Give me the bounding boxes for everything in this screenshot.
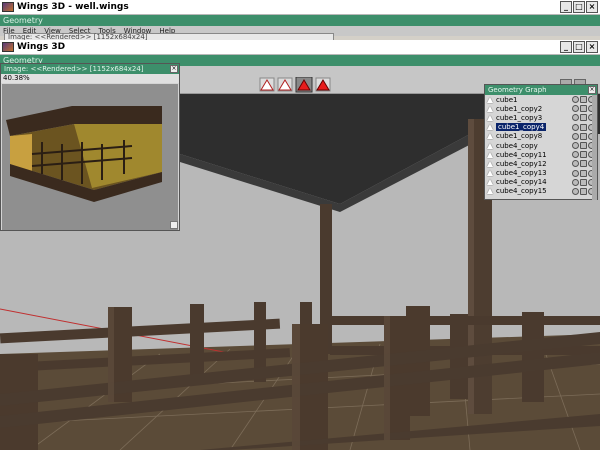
object-row[interactable]: cube4_copy14 [485, 178, 597, 187]
object-icon [487, 133, 493, 140]
object-name: cube1 [496, 95, 518, 104]
selection-mode-toolbar [259, 77, 331, 93]
lock-icon[interactable] [580, 142, 587, 150]
object-name: cube4_copy15 [496, 187, 547, 196]
inner-window-titlebar[interactable]: Wings 3D _ □ × [0, 40, 600, 55]
maximize-button[interactable]: □ [573, 1, 585, 13]
image-window-titlebar[interactable]: Image: <<Rendered>> [1152x684x24] × [1, 64, 179, 74]
zoom-level: 40.38% [1, 74, 179, 83]
object-icon [487, 160, 493, 167]
lock-icon[interactable] [580, 114, 587, 122]
resize-grip-icon[interactable] [170, 221, 178, 229]
lock-icon[interactable] [580, 160, 587, 168]
object-icon [487, 105, 493, 112]
object-row[interactable]: cube1 [485, 95, 597, 104]
image-window-close-button[interactable]: × [170, 65, 178, 73]
object-name: cube1_copy2 [496, 104, 543, 113]
object-row[interactable]: cube4_copy [485, 141, 597, 150]
edge-mode-button[interactable] [277, 77, 293, 92]
body-mode-button[interactable] [315, 77, 331, 92]
lock-icon[interactable] [580, 96, 587, 104]
eye-icon[interactable] [572, 96, 579, 104]
geometry-graph-panel[interactable]: Geometry Graph × cube1 cube1_copy2 cube1_c… [484, 84, 598, 200]
object-icon [487, 170, 493, 177]
outer-geometry-label: Geometry [3, 16, 43, 25]
lock-icon[interactable] [580, 169, 587, 177]
image-window[interactable]: Image: <<Rendered>> [1152x684x24] × 40.3… [0, 63, 180, 231]
object-icon [487, 124, 493, 131]
object-name: cube4_copy12 [496, 159, 547, 168]
image-window-title: Image: <<Rendered>> [1152x684x24] [4, 65, 144, 73]
eye-icon[interactable] [572, 151, 579, 159]
object-icon [487, 114, 493, 121]
object-row[interactable]: cube4_copy11 [485, 150, 597, 159]
object-row[interactable]: cube1_copy8 [485, 132, 597, 141]
outer-window-title: Wings 3D - well.wings [17, 2, 129, 12]
object-icon [487, 179, 493, 186]
eye-icon[interactable] [572, 187, 579, 195]
object-icon [487, 96, 493, 103]
eye-icon[interactable] [572, 123, 579, 131]
lock-icon[interactable] [580, 151, 587, 159]
geometry-graph-title: Geometry Graph [488, 86, 547, 94]
eye-icon[interactable] [572, 142, 579, 150]
eye-icon[interactable] [572, 178, 579, 186]
scrollbar[interactable] [592, 95, 597, 200]
object-name: cube1_copy4 [496, 123, 547, 132]
minimize-button[interactable]: _ [560, 1, 572, 13]
lock-icon[interactable] [580, 123, 587, 131]
object-row[interactable]: cube1_copy2 [485, 104, 597, 113]
object-row[interactable]: cube4_copy12 [485, 159, 597, 168]
lock-icon[interactable] [580, 187, 587, 195]
wings-logo-icon [2, 42, 14, 52]
eye-icon[interactable] [572, 169, 579, 177]
outer-window-titlebar[interactable]: Wings 3D - well.wings _ □ × [0, 0, 600, 15]
rendered-image [2, 84, 178, 230]
geometry-graph-titlebar[interactable]: Geometry Graph × [485, 85, 597, 95]
object-icon [487, 151, 493, 158]
object-list: cube1 cube1_copy2 cube1_copy3 cube1_copy4 cu… [485, 95, 597, 196]
vertex-mode-button[interactable] [259, 77, 275, 92]
geometry-graph-close-button[interactable]: × [588, 86, 596, 94]
eye-icon[interactable] [572, 160, 579, 168]
face-mode-button[interactable] [295, 77, 313, 93]
outer-geometry-bar: Geometry [0, 15, 600, 26]
lock-icon[interactable] [580, 132, 587, 140]
wings3d-screen: Wings 3D - well.wings _ □ × Geometry Fil… [0, 0, 600, 450]
object-name: cube1_copy3 [496, 113, 543, 122]
object-row[interactable]: cube4_copy15 [485, 187, 597, 196]
object-name: cube4_copy13 [496, 169, 547, 178]
object-row[interactable]: cube1_copy4 [485, 123, 597, 132]
inner-maximize-button[interactable]: □ [573, 41, 585, 53]
eye-icon[interactable] [572, 114, 579, 122]
object-name: cube4_copy14 [496, 178, 547, 187]
wings-logo-icon [2, 2, 14, 12]
lock-icon[interactable] [580, 178, 587, 186]
close-button[interactable]: × [586, 1, 598, 13]
lock-icon[interactable] [580, 105, 587, 113]
inner-close-button[interactable]: × [586, 41, 598, 53]
eye-icon[interactable] [572, 105, 579, 113]
inner-window-title: Wings 3D [17, 42, 66, 52]
eye-icon[interactable] [572, 132, 579, 140]
object-icon [487, 188, 493, 195]
object-row[interactable]: cube4_copy13 [485, 169, 597, 178]
object-icon [487, 142, 493, 149]
object-name: cube1_copy8 [496, 132, 543, 141]
object-row[interactable]: cube1_copy3 [485, 113, 597, 122]
object-name: cube4_copy11 [496, 150, 547, 159]
object-name: cube4_copy [496, 141, 538, 150]
inner-minimize-button[interactable]: _ [560, 41, 572, 53]
